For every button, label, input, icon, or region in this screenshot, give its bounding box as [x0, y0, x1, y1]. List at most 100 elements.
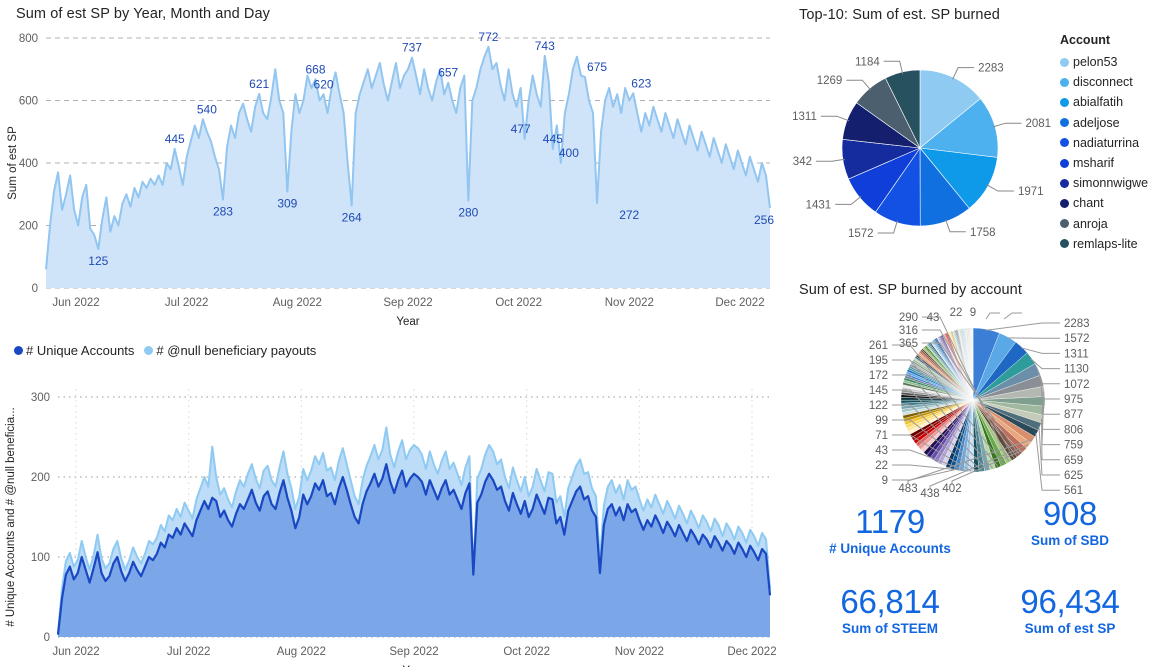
- legend-dot-icon: [14, 346, 23, 355]
- svg-text:Year: Year: [396, 316, 419, 328]
- svg-text:# Unique Accounts and # @null: # Unique Accounts and # @null beneficia.…: [5, 407, 17, 626]
- svg-text:71: 71: [875, 430, 888, 442]
- kpi-value: 908: [1042, 495, 1098, 532]
- svg-text:743: 743: [535, 39, 555, 53]
- top10-pie-title: Top-10: Sum of est. SP burned: [799, 7, 1000, 23]
- svg-text:623: 623: [631, 76, 651, 90]
- legend-item-null-beneficiary[interactable]: # @null beneficiary payouts: [144, 343, 316, 358]
- pie-legend-dot-icon: [1060, 178, 1069, 188]
- svg-text:Nov 2022: Nov 2022: [615, 646, 664, 658]
- legend-dot-icon: [144, 346, 154, 355]
- svg-text:1572: 1572: [1064, 333, 1090, 345]
- svg-text:Jun 2022: Jun 2022: [52, 646, 99, 658]
- top10-pie-svg: 2283 2081 1971 1758 1572 1431 1342 1311 1269 1184: [792, 56, 1051, 240]
- pie-legend-label: chant: [1073, 196, 1104, 211]
- pie-legend-label: pelon53: [1073, 55, 1118, 70]
- svg-text:Sum of est SP: Sum of est SP: [7, 126, 19, 200]
- svg-text:172: 172: [869, 370, 888, 382]
- svg-text:Dec 2022: Dec 2022: [727, 646, 776, 658]
- svg-text:772: 772: [478, 30, 498, 44]
- svg-text:22: 22: [950, 307, 963, 319]
- kpi-label: Sum of est SP: [1024, 620, 1116, 636]
- svg-text:0: 0: [32, 283, 38, 295]
- svg-text:1072: 1072: [1064, 379, 1090, 391]
- svg-text:800: 800: [19, 33, 38, 45]
- kpi-sum-est-sp[interactable]: 96,434 Sum of est SP: [975, 584, 1156, 636]
- pie-legend-dot-icon: [1060, 77, 1069, 87]
- svg-text:200: 200: [19, 221, 38, 233]
- svg-text:100: 100: [31, 552, 50, 564]
- pie-legend-item-abialfatih[interactable]: abialfatih: [1060, 92, 1148, 112]
- svg-text:445: 445: [165, 132, 185, 146]
- svg-text:22: 22: [875, 460, 888, 472]
- legend-item-unique-accounts[interactable]: # Unique Accounts: [14, 343, 134, 358]
- svg-text:264: 264: [342, 211, 362, 225]
- svg-text:402: 402: [942, 483, 961, 495]
- pie-legend-dot-icon: [1060, 239, 1069, 249]
- area-chart-title: Sum of est SP by Year, Month and Day: [16, 6, 271, 22]
- pie-legend-item-chant[interactable]: chant: [1060, 193, 1148, 213]
- area-chart-panel: Sum of est SP by Year, Month and Day 0 20…: [0, 0, 790, 330]
- svg-text:1758: 1758: [970, 227, 996, 239]
- pie-legend-item-remlaps-lite[interactable]: remlaps-lite: [1060, 234, 1148, 254]
- svg-text:Sep 2022: Sep 2022: [383, 297, 432, 309]
- kpi-unique-accounts[interactable]: 1179 # Unique Accounts: [795, 504, 985, 556]
- svg-text:Sep 2022: Sep 2022: [389, 646, 438, 658]
- svg-text:290: 290: [899, 312, 918, 324]
- pie-legend-label: abialfatih: [1073, 95, 1124, 110]
- svg-text:2283: 2283: [978, 63, 1004, 75]
- pie-legend-dot-icon: [1060, 97, 1069, 107]
- pie-legend-dot-icon: [1060, 219, 1069, 229]
- svg-text:Dec 2022: Dec 2022: [715, 297, 764, 309]
- svg-text:621: 621: [249, 77, 269, 91]
- svg-text:1572: 1572: [848, 228, 874, 240]
- svg-text:309: 309: [277, 196, 297, 210]
- svg-text:1342: 1342: [792, 156, 812, 168]
- accounts-chart-legend: # Unique Accounts # @null beneficiary pa…: [14, 343, 316, 358]
- svg-text:200: 200: [31, 472, 50, 484]
- pie-legend-item-simonnwigwe[interactable]: simonnwigwe: [1060, 173, 1148, 193]
- kpi-label: # Unique Accounts: [829, 540, 951, 556]
- pie-legend-dot-icon: [1060, 138, 1069, 148]
- svg-text:43: 43: [927, 312, 940, 324]
- svg-text:316: 316: [899, 325, 918, 337]
- dashboard-root: Sum of est SP by Year, Month and Day 0 20…: [0, 0, 1156, 667]
- pie-legend-title: Account: [1060, 33, 1110, 47]
- svg-text:Oct 2022: Oct 2022: [495, 297, 542, 309]
- svg-text:99: 99: [875, 415, 888, 427]
- pie-legend-item-disconnect[interactable]: disconnect: [1060, 72, 1148, 92]
- svg-text:2283: 2283: [1064, 318, 1090, 330]
- svg-text:975: 975: [1064, 394, 1083, 406]
- svg-text:195: 195: [869, 355, 888, 367]
- svg-text:122: 122: [869, 400, 888, 412]
- svg-text:657: 657: [438, 66, 458, 80]
- top10-pie-legend: Account pelon53 disconnect abialfatih adelj…: [1060, 33, 1148, 254]
- svg-text:668: 668: [305, 62, 325, 76]
- svg-text:1269: 1269: [817, 75, 843, 87]
- svg-text:261: 261: [869, 340, 888, 352]
- svg-text:620: 620: [314, 77, 334, 91]
- svg-text:0: 0: [44, 632, 50, 644]
- account-pie-panel: Sum of est. SP burned by account 2283 157…: [790, 280, 1156, 505]
- kpi-sum-sbd[interactable]: 908 Sum of SBD: [975, 495, 1156, 547]
- kpi-sum-steem[interactable]: 66,814 Sum of STEEM: [795, 583, 985, 635]
- pie-legend-dot-icon: [1060, 198, 1069, 208]
- svg-text:1184: 1184: [855, 56, 880, 68]
- svg-text:9: 9: [882, 475, 888, 487]
- kpi-value: 66,814: [840, 583, 940, 620]
- svg-text:759: 759: [1064, 440, 1083, 452]
- svg-text:Nov 2022: Nov 2022: [605, 297, 654, 309]
- pie-legend-label: anroja: [1073, 216, 1108, 231]
- accounts-chart-svg: 0 100 200 300 Jun 2022 Jul 2022 Aug 2022 Sep 20…: [5, 389, 777, 667]
- svg-text:Jul 2022: Jul 2022: [165, 297, 208, 309]
- svg-text:1311: 1311: [792, 111, 817, 123]
- accounts-chart-panel: # Unique Accounts # @null beneficiary pa…: [0, 336, 790, 667]
- pie-legend-item-adeljose[interactable]: adeljose: [1060, 113, 1148, 133]
- pie-legend-list: pelon53 disconnect abialfatih adeljose nadia…: [1060, 52, 1148, 254]
- pie-legend-item-msharif[interactable]: msharif: [1060, 153, 1148, 173]
- pie-legend-item-anroja[interactable]: anroja: [1060, 214, 1148, 234]
- pie-legend-item-pelon53[interactable]: pelon53: [1060, 52, 1148, 72]
- svg-text:145: 145: [869, 385, 888, 397]
- pie-legend-item-nadiaturrina[interactable]: nadiaturrina: [1060, 133, 1148, 153]
- account-pie-svg: 2283157213111130107297587780675965962556…: [869, 307, 1090, 500]
